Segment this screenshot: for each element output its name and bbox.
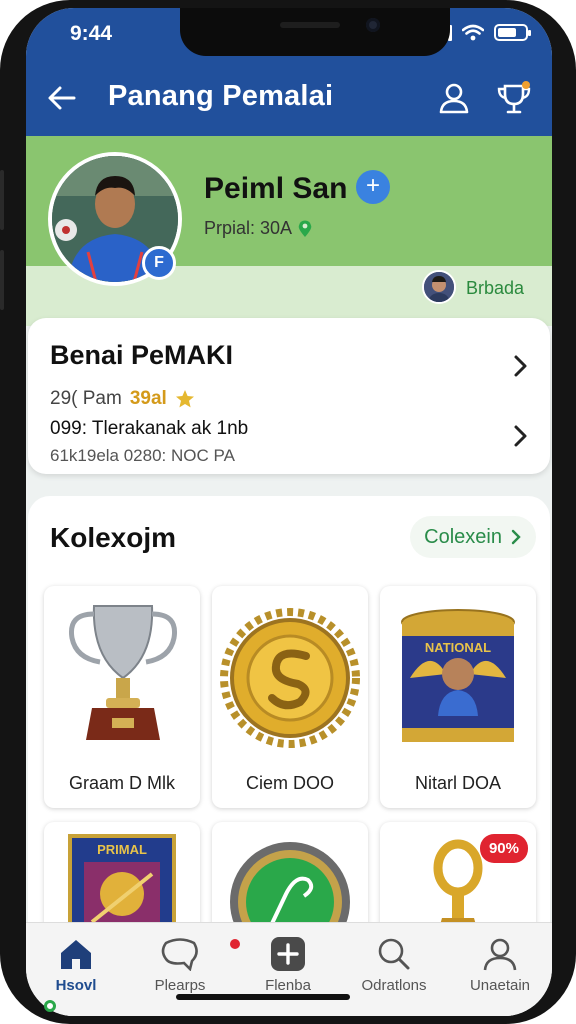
collection-item[interactable]: Ciem DOO (212, 586, 368, 808)
battery-icon (494, 24, 531, 41)
info-meta-line: 61k19ela 0280: NOC PA (50, 446, 235, 465)
collection-link-label: Colexein (424, 525, 502, 548)
add-friend-button[interactable]: + (356, 170, 390, 204)
volume-button (0, 250, 4, 310)
collection-item[interactable]: NATIONAL Nitarl DOA (380, 586, 536, 808)
arrow-left-icon[interactable] (44, 80, 80, 116)
wifi-icon (462, 24, 484, 41)
tab-label: Unaetain (469, 977, 531, 994)
verified-badge-icon: F (142, 246, 176, 280)
svg-text:NATIONAL: NATIONAL (425, 640, 491, 655)
profile-name: Peiml San (204, 172, 348, 205)
item-label: Nitarl DOA (414, 773, 501, 793)
status-time: 9:44 (70, 22, 113, 45)
collection-section: Kolexojm Colexein Graam D Mlk Ciem DOO N… (28, 496, 550, 1016)
page-title: Panang Pemalai (108, 80, 334, 112)
gold-medal-icon (220, 608, 360, 748)
chat-icon (161, 938, 198, 971)
location-pin-icon (298, 220, 312, 237)
percent-badge: 90% (479, 834, 528, 863)
chevron-right-icon[interactable] (506, 422, 534, 450)
home-indicator[interactable] (176, 994, 350, 1000)
tab-chat[interactable]: Plearps (130, 933, 230, 1013)
info-card: Benai PeMAKI 29( Pam 39al 099: Tlerakana… (28, 318, 550, 474)
camera-notch (180, 8, 450, 56)
svg-text:PRIMAL: PRIMAL (97, 842, 147, 857)
front-camera (366, 18, 380, 32)
info-detail-line: 099: Tlerakanak ak 1nb (50, 418, 249, 439)
tab-label: Odratlons (361, 977, 427, 994)
active-indicator (44, 1000, 56, 1012)
tab-label: Hsovl (55, 977, 97, 994)
speaker-grille (280, 22, 340, 28)
card-tin-icon: NATIONAL (401, 609, 515, 742)
chevron-right-icon[interactable] (506, 352, 534, 380)
tab-label: Flenba (265, 977, 311, 994)
plus-box-icon (271, 937, 305, 971)
rating-prefix: 29( Pam (50, 388, 122, 409)
shield-card-icon: PRIMAL (68, 834, 176, 932)
person-icon[interactable] (436, 80, 472, 116)
item-label: Ciem DOO (245, 773, 334, 793)
bottom-tab-bar: Hsovl Plearps Flenba Odratlons Unaetain (26, 922, 552, 1016)
home-icon (61, 940, 91, 969)
star-icon (175, 390, 194, 408)
chevron-right-icon (511, 529, 521, 545)
follower-label[interactable]: Brbada (466, 278, 524, 299)
profile-icon (483, 938, 517, 971)
info-title: Benai PeMAKI (50, 340, 234, 370)
volume-button (0, 170, 4, 230)
rating-row: 29( Pam 39al (50, 388, 195, 410)
collection-item[interactable]: Graam D Mlk (44, 586, 200, 808)
follower-avatar[interactable] (422, 270, 456, 304)
profile-subtitle: Prpial: 30A (204, 218, 312, 239)
collection-title: Kolexojm (50, 522, 177, 553)
trophy-icon[interactable] (496, 80, 532, 116)
tab-home[interactable]: Hsovl (26, 933, 126, 1013)
phone-frame: 9:44 Panang Pemalai F Peiml San + Prpial… (0, 0, 576, 1024)
tab-create[interactable]: Flenba (238, 933, 338, 1013)
tab-profile[interactable]: Unaetain (450, 933, 550, 1013)
tab-label: Plearps (154, 977, 206, 994)
search-icon (378, 938, 410, 970)
trophy-cup-icon (68, 605, 178, 740)
green-badge-icon (230, 842, 350, 932)
collection-link[interactable]: Colexein (410, 516, 536, 558)
profile-subtitle-text: Prpial: 30A (204, 218, 293, 238)
rating-value: 39al (129, 388, 167, 409)
tab-search[interactable]: Odratlons (344, 933, 444, 1013)
item-label: Graam D Mlk (68, 773, 175, 793)
app-screen: 9:44 Panang Pemalai F Peiml San + Prpial… (26, 8, 552, 1016)
